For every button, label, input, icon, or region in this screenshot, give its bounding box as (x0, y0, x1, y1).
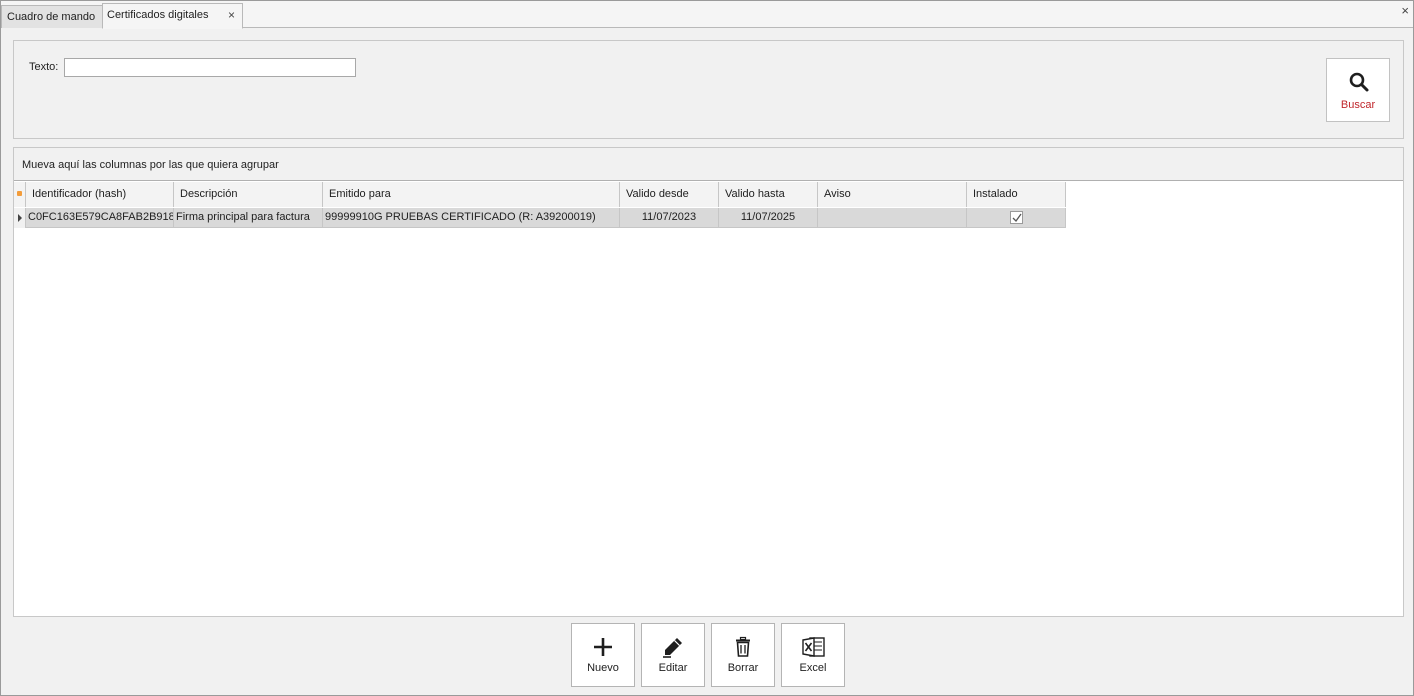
row-pointer-icon (18, 214, 22, 222)
borrar-button[interactable]: Borrar (711, 623, 775, 687)
window-close-icon[interactable]: × (1401, 3, 1409, 18)
trash-icon (732, 636, 754, 661)
plus-icon (592, 636, 614, 661)
column-header-aviso[interactable]: Aviso (818, 182, 967, 207)
column-header-valido-desde[interactable]: Valido desde (620, 182, 719, 207)
nuevo-label: Nuevo (587, 662, 619, 674)
window: Cuadro de mando Certificados digitales ×… (0, 0, 1414, 696)
column-header-valido-hasta[interactable]: Valido hasta (719, 182, 818, 207)
row-indicator[interactable] (14, 208, 26, 228)
column-header-emitido-para[interactable]: Emitido para (323, 182, 620, 207)
header-indicator[interactable] (14, 182, 26, 207)
tab-certificados-digitales[interactable]: Certificados digitales × (102, 3, 243, 29)
instalado-checkbox[interactable] (1009, 211, 1023, 224)
buscar-button[interactable]: Buscar (1326, 58, 1390, 122)
search-label: Texto: (29, 61, 59, 73)
grid-header: Identificador (hash) Descripción Emitido… (14, 182, 1066, 207)
tab-label: Cuadro de mando (7, 11, 96, 23)
cell-hash[interactable]: C0FC163E579CA8FAB2B9182 (26, 208, 174, 228)
search-icon (1348, 71, 1370, 96)
excel-label: Excel (799, 662, 827, 674)
group-by-text: Mueva aquí las columnas por las que quie… (22, 159, 279, 171)
pencil-icon (662, 636, 684, 661)
new-row-indicator-icon (17, 191, 22, 196)
cell-valido-desde[interactable]: 11/07/2023 (620, 208, 719, 228)
checkmark-icon (1012, 213, 1022, 223)
certificates-grid: Mueva aquí las columnas por las que quie… (13, 147, 1404, 617)
table-row[interactable]: C0FC163E579CA8FAB2B9182 Firma principal … (14, 208, 1066, 228)
search-panel: Texto: Buscar (13, 40, 1404, 139)
tab-cuadro-de-mando[interactable]: Cuadro de mando (1, 5, 103, 28)
tab-strip: Cuadro de mando Certificados digitales ×… (1, 1, 1413, 29)
editar-button[interactable]: Editar (641, 623, 705, 687)
tab-close-icon[interactable]: × (228, 4, 235, 27)
cell-aviso[interactable] (818, 208, 967, 228)
cell-descripcion[interactable]: Firma principal para factura (174, 208, 323, 228)
column-header-hash[interactable]: Identificador (hash) (26, 182, 174, 207)
buscar-label: Buscar (1340, 99, 1376, 111)
excel-icon (802, 636, 826, 661)
nuevo-button[interactable]: Nuevo (571, 623, 635, 687)
cell-instalado[interactable] (967, 208, 1066, 228)
cell-emitido-para[interactable]: 99999910G PRUEBAS CERTIFICADO (R: A39200… (323, 208, 620, 228)
column-header-descripcion[interactable]: Descripción (174, 182, 323, 207)
cell-valido-hasta[interactable]: 11/07/2025 (719, 208, 818, 228)
editar-label: Editar (658, 662, 688, 674)
search-input[interactable] (64, 58, 356, 77)
tab-label: Certificados digitales (107, 9, 209, 21)
excel-button[interactable]: Excel (781, 623, 845, 687)
borrar-label: Borrar (727, 662, 759, 674)
group-by-panel[interactable]: Mueva aquí las columnas por las que quie… (14, 148, 1403, 181)
column-header-instalado[interactable]: Instalado (967, 182, 1066, 207)
